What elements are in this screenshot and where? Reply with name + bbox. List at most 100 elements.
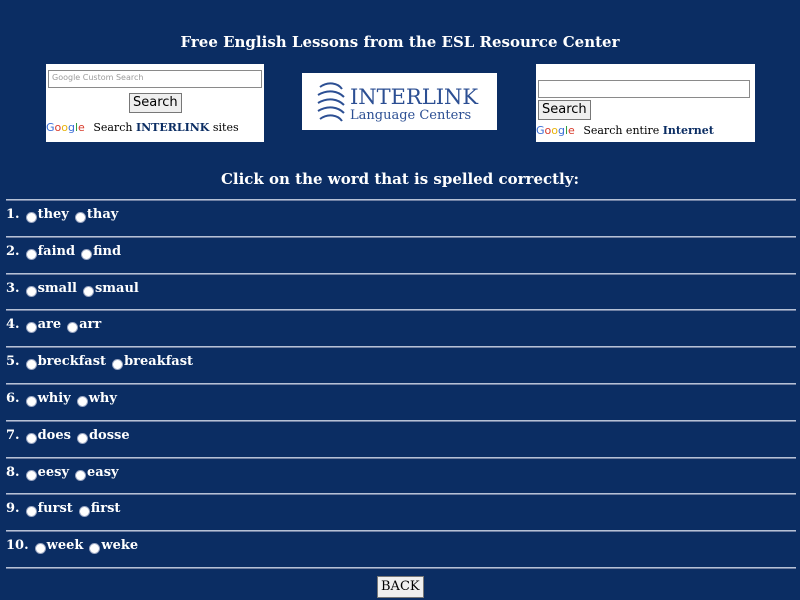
answer-option[interactable]: thay xyxy=(74,205,118,225)
question-number: 10. xyxy=(6,538,29,553)
internet-search-caption: Google Search entire Internet xyxy=(536,124,714,137)
answer-label: find xyxy=(93,244,122,259)
question-row: 7. does dosse xyxy=(6,426,136,446)
radio-button-icon[interactable] xyxy=(25,396,37,407)
radio-button-icon[interactable] xyxy=(82,286,94,297)
radio-button-icon[interactable] xyxy=(25,212,37,223)
answer-option[interactable]: does xyxy=(25,426,71,446)
radio-button-icon[interactable] xyxy=(25,322,37,333)
radio-button-icon[interactable] xyxy=(25,433,37,444)
answer-option[interactable]: faind xyxy=(25,242,76,262)
google-logo-icon: Google xyxy=(536,124,575,137)
radio-button-icon[interactable] xyxy=(75,470,86,481)
interlink-search-caption: Google Search INTERLINK sites xyxy=(46,121,239,134)
answer-label: faind xyxy=(37,244,76,259)
answer-label: breckfast xyxy=(37,354,107,369)
answer-option[interactable]: week xyxy=(34,536,84,556)
radio-button-icon[interactable] xyxy=(67,322,79,333)
divider xyxy=(6,273,796,275)
question-number: 4. xyxy=(6,317,20,332)
question-row: 4. are arr xyxy=(6,315,107,335)
answer-option[interactable]: dosse xyxy=(76,426,130,446)
radio-button-icon[interactable] xyxy=(25,359,37,370)
radio-button-icon[interactable] xyxy=(25,249,37,260)
answer-option[interactable]: breakfast xyxy=(112,352,193,372)
answer-option[interactable]: easy xyxy=(75,463,119,483)
search-placeholder: Custom Search xyxy=(82,73,144,82)
answer-option[interactable]: weke xyxy=(89,536,138,556)
interlink-search-input[interactable]: Google Custom Search xyxy=(48,70,262,88)
google-logo-icon: Google xyxy=(46,121,85,134)
answer-label: eesy xyxy=(37,465,69,480)
answer-option[interactable]: why xyxy=(76,389,117,409)
question-number: 6. xyxy=(6,391,20,406)
radio-button-icon[interactable] xyxy=(25,286,37,297)
answer-option[interactable]: whiy xyxy=(25,389,71,409)
interlink-swirl-icon xyxy=(317,82,345,122)
interlink-logo[interactable]: INTERLINK Language Centers xyxy=(302,73,497,130)
answer-option[interactable]: furst xyxy=(25,499,73,519)
answer-label: weke xyxy=(101,538,139,553)
quiz-instruction: Click on the word that is spelled correc… xyxy=(220,170,580,188)
question-row: 8. eesy easy xyxy=(6,463,125,483)
radio-button-icon[interactable] xyxy=(25,506,37,517)
logo-name: INTERLINK xyxy=(350,85,479,109)
interlink-search-box: Google Custom Search Search Google Searc… xyxy=(46,64,264,142)
radio-button-icon[interactable] xyxy=(89,543,101,554)
google-watermark-text: Google xyxy=(52,73,81,82)
radio-button-icon[interactable] xyxy=(34,543,46,554)
answer-option[interactable]: they xyxy=(25,205,69,225)
back-button[interactable]: BACK xyxy=(377,576,424,598)
answer-option[interactable]: small xyxy=(25,279,77,299)
question-row: 6. whiy why xyxy=(6,389,123,409)
answer-option[interactable]: find xyxy=(81,242,121,262)
answer-label: they xyxy=(37,207,69,222)
answer-label: whiy xyxy=(37,391,71,406)
question-number: 3. xyxy=(6,281,20,296)
answer-label: week xyxy=(46,538,84,553)
internet-search-button[interactable]: Search xyxy=(538,100,591,120)
answer-option[interactable]: first xyxy=(78,499,121,519)
answer-label: easy xyxy=(87,465,119,480)
divider xyxy=(6,567,796,569)
interlink-search-button[interactable]: Search xyxy=(129,93,182,113)
question-row: 9. furst first xyxy=(6,499,126,519)
internet-search-input[interactable] xyxy=(538,80,750,98)
divider xyxy=(6,199,796,201)
question-row: 5. breckfast breakfast xyxy=(6,352,199,372)
answer-option[interactable]: smaul xyxy=(82,279,139,299)
question-row: 2. faind find xyxy=(6,242,127,262)
answer-label: are xyxy=(37,317,62,332)
internet-search-box: Search Google Search entire Internet xyxy=(536,64,755,142)
answer-option[interactable]: are xyxy=(25,315,62,335)
radio-button-icon[interactable] xyxy=(76,433,88,444)
answer-option[interactable]: breckfast xyxy=(25,352,107,372)
question-number: 8. xyxy=(6,465,20,480)
question-row: 1. they thay xyxy=(6,205,124,225)
radio-button-icon[interactable] xyxy=(74,212,86,223)
radio-button-icon[interactable] xyxy=(76,396,88,407)
divider xyxy=(6,420,796,422)
answer-label: dosse xyxy=(88,428,130,443)
question-number: 1. xyxy=(6,207,20,222)
divider xyxy=(6,530,796,532)
divider xyxy=(6,309,796,311)
question-number: 7. xyxy=(6,428,20,443)
radio-button-icon[interactable] xyxy=(25,470,37,481)
divider xyxy=(6,457,796,459)
answer-option[interactable]: eesy xyxy=(25,463,69,483)
answer-label: why xyxy=(88,391,117,406)
divider xyxy=(6,236,796,238)
radio-button-icon[interactable] xyxy=(78,506,90,517)
logo-subtitle: Language Centers xyxy=(350,108,472,123)
radio-button-icon[interactable] xyxy=(112,359,124,370)
answer-label: arr xyxy=(79,317,102,332)
radio-button-icon[interactable] xyxy=(81,249,93,260)
divider xyxy=(6,493,796,495)
answer-label: breakfast xyxy=(124,354,194,369)
answer-label: first xyxy=(90,501,121,516)
answer-option[interactable]: arr xyxy=(67,315,101,335)
question-number: 2. xyxy=(6,244,20,259)
answer-label: small xyxy=(37,281,77,296)
answer-label: does xyxy=(37,428,71,443)
